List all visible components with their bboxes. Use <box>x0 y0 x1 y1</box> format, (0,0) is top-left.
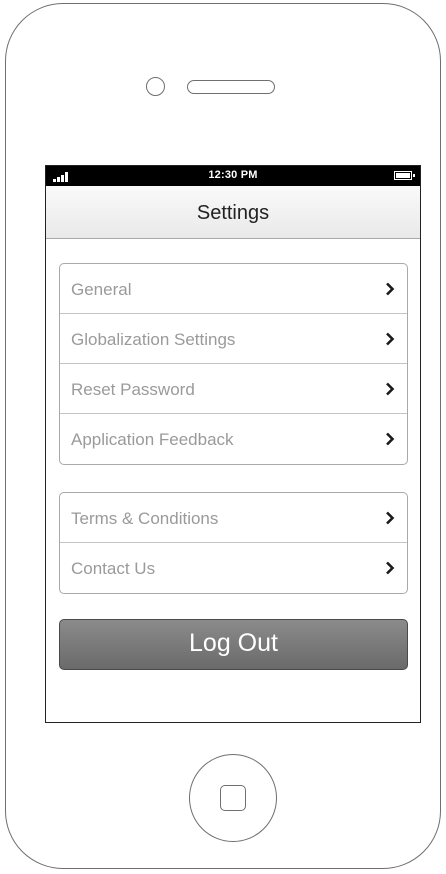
logout-button[interactable]: Log Out <box>59 619 408 670</box>
list-item-label: Application Feedback <box>71 430 234 449</box>
camera-icon <box>146 77 165 96</box>
chevron-right-icon <box>386 432 395 446</box>
status-time: 12:30 PM <box>208 169 258 181</box>
list-item-contact-us[interactable]: Contact Us <box>60 543 407 593</box>
battery-icon <box>394 171 415 180</box>
list-item-application-feedback[interactable]: Application Feedback <box>60 414 407 464</box>
home-button[interactable] <box>189 754 277 842</box>
chevron-right-icon <box>386 382 395 396</box>
settings-group-2: Terms & Conditions Contact Us <box>59 492 408 594</box>
list-item-globalization-settings[interactable]: Globalization Settings <box>60 314 407 364</box>
chevron-right-icon <box>386 511 395 525</box>
list-item-label: Contact Us <box>71 559 156 578</box>
home-square-icon <box>220 785 246 811</box>
chevron-right-icon <box>386 282 395 296</box>
list-item-general[interactable]: General <box>60 264 407 314</box>
list-item-label: Globalization Settings <box>71 330 236 349</box>
phone-frame: 12:30 PM Settings General Globalization … <box>5 3 441 869</box>
phone-screen: 12:30 PM Settings General Globalization … <box>45 165 421 723</box>
list-item-label: General <box>71 280 132 299</box>
list-item-label: Terms & Conditions <box>71 509 219 528</box>
status-bar: 12:30 PM <box>46 166 420 186</box>
speaker-icon <box>187 80 275 94</box>
chevron-right-icon <box>386 561 395 575</box>
list-item-terms-conditions[interactable]: Terms & Conditions <box>60 493 407 543</box>
navigation-bar: Settings <box>46 186 420 239</box>
settings-group-1: General Globalization Settings Reset Pas… <box>59 263 408 465</box>
chevron-right-icon <box>386 332 395 346</box>
page-title: Settings <box>196 202 270 224</box>
list-item-label: Reset Password <box>71 380 195 399</box>
list-item-reset-password[interactable]: Reset Password <box>60 364 407 414</box>
